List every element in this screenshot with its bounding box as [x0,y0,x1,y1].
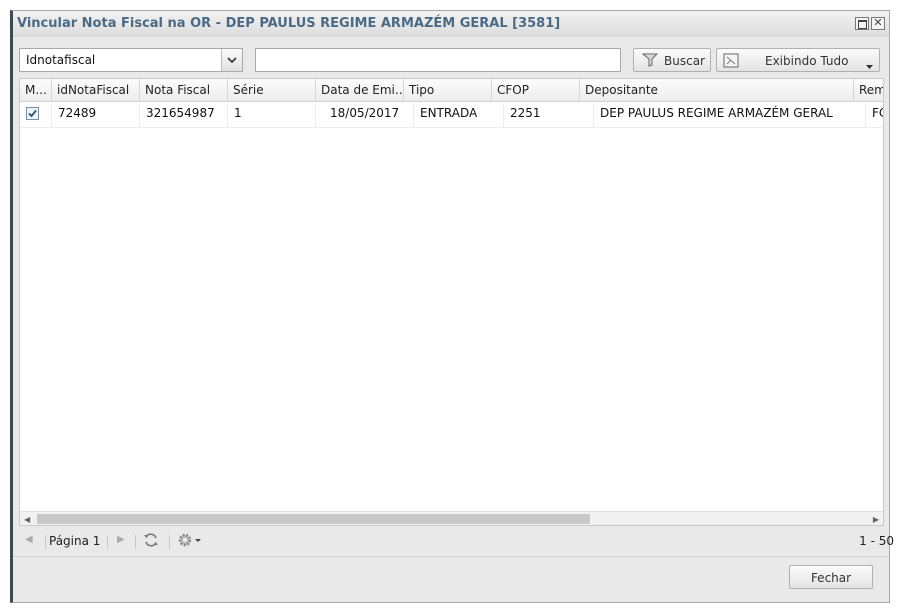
dialog-window: Vincular Nota Fiscal na OR - DEP PAULUS … [10,10,894,603]
pager-separator [107,535,108,549]
pager-separator [135,535,136,549]
page-range: 1 - 50 [859,534,894,548]
col-header-tipo[interactable]: Tipo [404,79,492,101]
cell-nota-fiscal: 321654987 [140,101,228,127]
grid-header: M... idNotaFiscal Nota Fiscal Série Data… [20,79,883,102]
col-header-idnotafiscal[interactable]: idNotaFiscal [52,79,140,101]
maximize-icon[interactable] [855,17,869,30]
search-button[interactable]: Buscar [633,48,711,72]
window-title: Vincular Nota Fiscal na OR - DEP PAULUS … [17,16,561,31]
row-checkbox[interactable] [26,107,39,120]
col-header-data-emissao[interactable]: Data de Emi... [316,79,404,101]
cell-tipo: ENTRADA [414,101,504,127]
cell-depositante: DEP PAULUS REGIME ARMAZÉM GERAL [594,101,866,127]
horizontal-scrollbar[interactable]: ◀ ▶ [20,511,883,525]
col-header-depositante[interactable]: Depositante [580,79,854,101]
close-icon[interactable]: ✕ [871,17,885,30]
pager-separator [169,535,170,549]
close-button[interactable]: Fechar [789,565,873,589]
search-button-label: Buscar [664,54,705,68]
col-header-marcar[interactable]: M... [20,79,52,101]
caret-down-icon [866,58,873,72]
close-button-label: Fechar [810,571,852,585]
filter-menu-label: Exibindo Tudo [765,54,849,68]
cell-data-emissao: 18/05/2017 [316,101,414,127]
scroll-right-icon[interactable]: ▶ [873,515,879,524]
notas-fiscais-grid: M... idNotaFiscal Nota Fiscal Série Data… [19,78,884,526]
cell-idnotafiscal: 72489 [52,101,140,127]
cell-cfop: 2251 [504,101,594,127]
col-header-nota-fiscal[interactable]: Nota Fiscal [140,79,228,101]
field-select-value: Idnotafiscal [26,53,96,67]
chevron-down-icon[interactable] [221,49,242,71]
grid-icon [723,53,739,71]
scroll-left-icon[interactable]: ◀ [24,515,30,524]
scrollbar-thumb[interactable] [37,514,590,524]
col-header-remetente[interactable]: Rem [854,79,883,101]
previous-page-icon[interactable]: ◀ [25,534,33,545]
next-page-icon[interactable]: ▶ [117,534,125,545]
field-select[interactable]: Idnotafiscal [19,48,243,72]
pager-separator [45,535,46,549]
search-input[interactable] [255,48,621,72]
row-select-cell[interactable] [20,101,52,127]
col-header-serie[interactable]: Série [228,79,316,101]
col-header-cfop[interactable]: CFOP [492,79,580,101]
refresh-icon[interactable] [143,532,159,551]
page-label: Página 1 [49,534,101,548]
table-row[interactable]: 72489 321654987 1 18/05/2017 ENTRADA 225… [20,101,883,128]
footer-divider [13,556,889,557]
gear-icon[interactable] [177,532,203,551]
cell-remetente: FC [872,106,883,120]
cell-serie: 1 [228,101,316,127]
funnel-icon [641,53,659,70]
filter-menu-button[interactable]: Exibindo Tudo [716,48,880,72]
search-toolbar: Idnotafiscal Buscar Exibindo Tudo [19,48,889,74]
title-bar[interactable]: Vincular Nota Fiscal na OR - DEP PAULUS … [13,11,889,37]
paging-toolbar: ◀ Página 1 ▶ 1 - 50 [19,530,894,554]
